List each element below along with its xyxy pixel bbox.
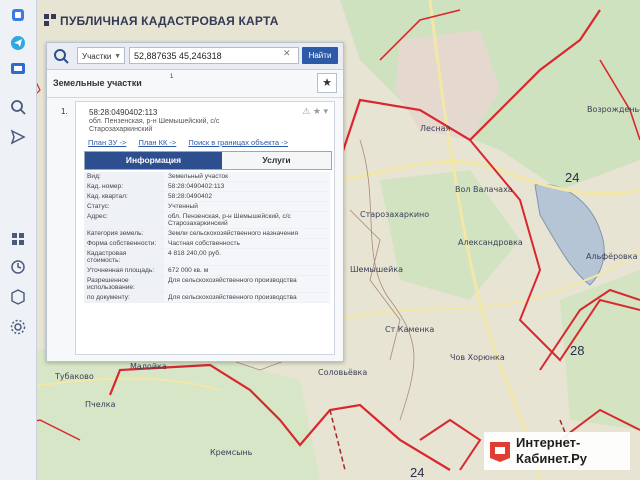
property-key: Вид: (84, 172, 164, 181)
property-value: Земли сельскохозяйственного назначения (164, 229, 330, 238)
close-icon[interactable]: ✕ (283, 48, 291, 59)
plan-zu-link[interactable]: План ЗУ -> (88, 138, 126, 147)
property-row: Статус: Учтенный (84, 202, 330, 212)
map-label-place: Тубаково (55, 372, 94, 381)
property-value: Учтенный (164, 202, 330, 211)
property-value: Для сельскохозяйственного производства (164, 293, 330, 302)
map-label-place: Чов Хорюнка (450, 353, 505, 362)
map-label-place: Старозахаркино (360, 210, 430, 219)
warning-icon[interactable]: ⚠ (302, 106, 310, 116)
map-district-number: 24 (565, 170, 580, 185)
property-key: Адрес: (84, 212, 164, 228)
search-row: Участки ▼ ✕ Найти (47, 43, 343, 70)
result-card[interactable]: 58:28:0490402:113 обл. Пензенская, р-н Ш… (75, 101, 335, 355)
cadastre-logo-icon (44, 14, 56, 26)
property-row: Уточненная площадь: 672 000 кв. м (84, 266, 330, 276)
section-title: Земельные участки (53, 78, 142, 88)
messages-icon[interactable] (9, 60, 27, 78)
search-panel: Участки ▼ ✕ Найти Земельные участки 1 ★ … (46, 42, 344, 362)
property-key: по документу: (84, 293, 164, 302)
property-key: Разрешенное использование: (84, 276, 164, 292)
map-label-place: Вол Валачаха (455, 185, 513, 194)
property-key: Уточненная площадь: (84, 266, 164, 275)
search-toggle-button[interactable] (51, 46, 71, 66)
map-district-number: 24 (410, 465, 425, 480)
result-links: План ЗУ -> План КК -> Поиск в границах о… (88, 138, 298, 147)
property-value: 58:28:0490402 (164, 192, 330, 201)
property-key: Кадастровая стоимость: (84, 249, 164, 265)
watermark-line2: Кабинет.Ру (516, 451, 587, 466)
favorites-button[interactable]: ★ (317, 73, 337, 93)
properties-table: Вид: Земельный участок Кад. номер: 58:28:0… (84, 172, 330, 303)
clock-icon[interactable] (9, 258, 27, 276)
watermark-line1: Интернет- (516, 435, 581, 450)
send-icon[interactable] (9, 128, 27, 146)
map-label-place: Ст Каменка (385, 325, 435, 334)
watermark: Интернет- Кабинет.Ру (484, 432, 630, 470)
star-icon: ★ (322, 77, 332, 89)
property-row: Кад. номер: 58:28:0490402:113 (84, 182, 330, 192)
property-key: Кад. квартал: (84, 192, 164, 201)
telegram-icon[interactable] (9, 34, 27, 52)
chevron-down-icon[interactable]: ▾ (323, 106, 328, 116)
cube-icon[interactable] (9, 288, 27, 306)
map-label-place: Пчелка (85, 400, 116, 409)
property-key: Статус: (84, 202, 164, 211)
left-toolbar (0, 0, 37, 480)
map-label-place: Соловьёвка (318, 368, 368, 377)
property-value: 672 000 кв. м (164, 266, 330, 275)
property-row: Кадастровая стоимость: 4 818 240,00 руб. (84, 249, 330, 266)
map-label-place: Лесная (420, 124, 451, 133)
property-key: Кад. номер: (84, 182, 164, 191)
grid-icon[interactable] (9, 230, 27, 248)
chevron-down-icon: ▼ (114, 53, 121, 60)
property-row: Разрешенное использование: Для сельскохоз… (84, 276, 330, 293)
star-icon[interactable]: ★ (313, 106, 321, 116)
property-row: Категория земель: Земли сельскохозяйствен… (84, 229, 330, 239)
property-value: обл. Пензенская, р-н Шемышейский, с/с Ст… (164, 212, 330, 228)
result-tabs: Информация Услуги (84, 151, 332, 170)
property-row: Форма собственности: Частная собственност… (84, 239, 330, 249)
result-cadastral-number[interactable]: 58:28:0490402:113 (89, 108, 157, 117)
map-label-place: Возрожденье (587, 105, 640, 114)
map-label-place: Малойка (130, 362, 167, 371)
result-index: 1. (61, 107, 68, 116)
property-row: Вид: Земельный участок (84, 172, 330, 182)
tab-information[interactable]: Информация (85, 152, 222, 169)
search-in-bounds-link[interactable]: Поиск в границах объекта -> (188, 138, 288, 147)
property-value: 58:28:0490402:113 (164, 182, 330, 191)
property-row: по документу: Для сельскохозяйственного п… (84, 293, 330, 303)
result-address: обл. Пензенская, р-н Шемышейский, с/с Ст… (89, 118, 220, 133)
search-type-label: Участки (82, 52, 112, 61)
property-value: Для сельскохозяйственного производства (164, 276, 330, 292)
property-value: 4 818 240,00 руб. (164, 249, 330, 265)
property-key: Категория земель: (84, 229, 164, 238)
card-actions: ⚠ ★ ▾ (302, 106, 328, 117)
find-button[interactable]: Найти (302, 47, 338, 64)
settings-icon[interactable] (9, 318, 27, 336)
map-label-place: Альфёровка (586, 252, 638, 261)
section-count: 1 (170, 74, 174, 80)
property-value: Частная собственность (164, 239, 330, 248)
map-label-place: Александровка (458, 238, 523, 247)
search-icon[interactable] (9, 98, 27, 116)
layers-icon[interactable] (9, 6, 27, 24)
search-input[interactable] (129, 47, 299, 64)
search-type-select[interactable]: Участки ▼ (77, 47, 125, 64)
property-row: Кад. квартал: 58:28:0490402 (84, 192, 330, 202)
tab-services[interactable]: Услуги (222, 152, 331, 169)
section-header: Земельные участки 1 ★ (47, 69, 343, 98)
map-label-place: Кремсынь (210, 448, 253, 457)
property-key: Форма собственности: (84, 239, 164, 248)
watermark-logo-icon (490, 442, 510, 462)
property-value: Земельный участок (164, 172, 330, 181)
map-district-number: 28 (570, 343, 585, 358)
plan-kk-link[interactable]: План КК -> (138, 138, 176, 147)
app-title: ПУБЛИЧНАЯ КАДАСТРОВАЯ КАРТА (60, 14, 279, 28)
search-icon (54, 49, 69, 64)
map-label-place: Шемышейка (350, 265, 404, 274)
property-row: Адрес: обл. Пензенская, р-н Шемышейский, … (84, 212, 330, 229)
